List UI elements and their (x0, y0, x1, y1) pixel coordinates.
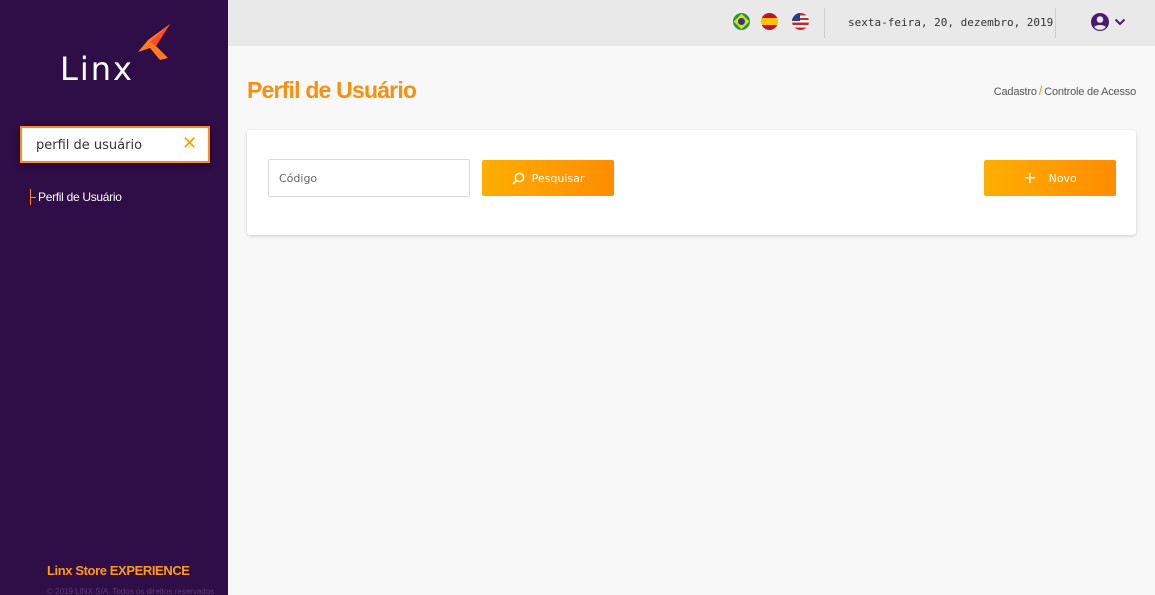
new-button-label: Novo (1048, 171, 1077, 185)
search-icon (511, 172, 525, 185)
logo-text: Linx (60, 50, 134, 88)
top-bar: sexta-feira, 20, dezembro, 2019 (228, 0, 1155, 46)
linx-logo[interactable]: Linx (60, 22, 180, 92)
breadcrumb-separator: / (1038, 83, 1043, 98)
divider (824, 8, 825, 38)
breadcrumb: Cadastro / Controle de Acesso (994, 83, 1136, 98)
brazil-flag-icon[interactable] (733, 13, 750, 30)
breadcrumb-parent[interactable]: Cadastro (994, 86, 1037, 98)
menu-search-box: ✕ (20, 126, 210, 163)
sidebar-item-label: Perfil de Usuário (38, 190, 122, 204)
code-input[interactable] (268, 159, 470, 197)
footer-copyright: © 2019 LINX S/A. Todos os direitos reser… (47, 587, 215, 595)
logo-star-icon (138, 24, 170, 60)
divider (1055, 8, 1056, 38)
flag-globe (738, 18, 745, 25)
close-icon[interactable]: ✕ (182, 135, 198, 153)
chevron-down-icon[interactable] (1114, 17, 1126, 27)
sidebar: Linx ✕ Perfil de Usuário Linx Store EXPE… (0, 0, 228, 595)
spain-flag-icon[interactable] (761, 13, 778, 30)
page-title: Perfil de Usuário (247, 77, 417, 103)
search-card: Pesquisar + Novo (247, 130, 1136, 235)
user-circle-icon[interactable] (1090, 12, 1110, 32)
usa-flag-icon[interactable] (792, 13, 809, 30)
footer-brand: Linx Store EXPERIENCE (47, 563, 190, 578)
search-button[interactable]: Pesquisar (482, 160, 614, 196)
current-date: sexta-feira, 20, dezembro, 2019 (848, 16, 1054, 29)
new-button[interactable]: + Novo (984, 160, 1116, 196)
menu-search-input[interactable] (36, 136, 176, 154)
search-button-label: Pesquisar (531, 171, 585, 185)
breadcrumb-current: Controle de Acesso (1044, 86, 1136, 98)
sidebar-item-perfil-usuario[interactable]: Perfil de Usuário (30, 189, 122, 205)
flag-canton (792, 13, 800, 21)
plus-icon: + (1023, 168, 1037, 187)
